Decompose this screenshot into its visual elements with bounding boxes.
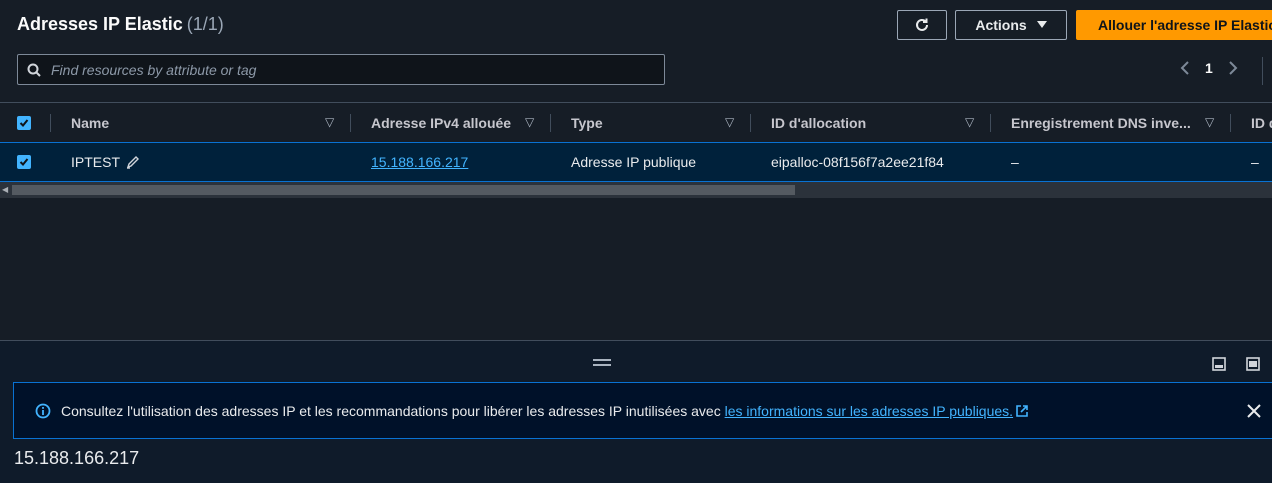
row-checkbox[interactable]: [17, 155, 31, 169]
sort-icon[interactable]: ▽: [325, 115, 334, 129]
page-number[interactable]: 1: [1205, 60, 1213, 76]
refresh-button[interactable]: [897, 10, 947, 40]
selection-count: (1/1): [186, 14, 224, 34]
cell-id-truncated: –: [1251, 154, 1259, 170]
cell-ipv4: 15.188.166.217: [371, 143, 468, 181]
column-header-ipv4[interactable]: Adresse IPv4 allouée: [371, 103, 511, 142]
selected-ip-heading: 15.188.166.217: [14, 448, 140, 468]
allocate-ip-button[interactable]: Allouer l'adresse IP Elastic: [1076, 10, 1272, 40]
panel-bottom-icon[interactable]: [1212, 357, 1226, 371]
column-divider: [50, 114, 51, 132]
panel-side-icon[interactable]: [1246, 357, 1260, 371]
allocate-ip-label: Allouer l'adresse IP Elastic: [1098, 17, 1272, 33]
column-divider[interactable]: [1230, 114, 1231, 132]
column-header-name[interactable]: Name: [71, 103, 109, 142]
info-alert: Consultez l'utilisation des adresses IP …: [13, 382, 1272, 439]
pencil-icon[interactable]: [126, 155, 140, 169]
column-divider[interactable]: [350, 114, 351, 132]
sort-icon[interactable]: ▽: [725, 115, 734, 129]
info-message: Consultez l'utilisation des adresses IP …: [61, 403, 1029, 419]
sort-icon[interactable]: ▽: [525, 115, 534, 129]
search-icon: [27, 63, 41, 77]
select-all-checkbox[interactable]: [17, 116, 31, 130]
public-ip-info-link[interactable]: les informations sur les adresses IP pub…: [725, 403, 1013, 419]
page-title-text: Adresses IP Elastic: [17, 14, 183, 34]
scrollbar-thumb[interactable]: [12, 185, 795, 195]
info-text: Consultez l'utilisation des adresses IP …: [61, 402, 721, 419]
cell-reverse-dns: –: [1011, 154, 1019, 170]
cell-name: IPTEST: [71, 143, 140, 181]
column-divider[interactable]: [550, 114, 551, 132]
close-icon[interactable]: [1245, 402, 1263, 420]
column-divider[interactable]: [990, 114, 991, 132]
table-header: Name ▽ Adresse IPv4 allouée ▽ Type ▽ ID …: [0, 103, 1272, 142]
pagination: 1: [1180, 60, 1238, 76]
split-panel-divider: [0, 340, 1272, 341]
table-row[interactable]: IPTEST 15.188.166.217 Adresse IP publiqu…: [0, 142, 1272, 182]
column-header-type[interactable]: Type: [571, 103, 603, 142]
column-header-id-truncated[interactable]: ID d: [1251, 103, 1272, 142]
actions-label: Actions: [975, 17, 1027, 33]
column-header-reverse-dns[interactable]: Enregistrement DNS inve...: [1011, 103, 1191, 142]
chevron-left-icon[interactable]: [1180, 61, 1190, 75]
horizontal-scrollbar[interactable]: ◀: [0, 182, 1272, 198]
chevron-right-icon[interactable]: [1228, 61, 1238, 75]
ipv4-link[interactable]: 15.188.166.217: [371, 154, 468, 170]
cell-type: Adresse IP publique: [571, 154, 697, 170]
column-divider[interactable]: [750, 114, 751, 132]
main-panel: Adresses IP Elastic (1/1) Actions Allouer…: [0, 0, 1272, 340]
caret-down-icon: [1036, 21, 1047, 28]
resize-handle-icon[interactable]: [593, 359, 611, 369]
sort-icon[interactable]: ▽: [1205, 115, 1214, 129]
actions-dropdown[interactable]: Actions: [955, 10, 1067, 40]
row-name: IPTEST: [71, 154, 121, 170]
scroll-left-icon[interactable]: ◀: [2, 185, 8, 194]
sort-icon[interactable]: ▽: [965, 115, 974, 129]
cell-allocation-id: eipalloc-08f156f7a2ee21f84: [771, 154, 944, 170]
refresh-icon: [916, 18, 928, 31]
search-input[interactable]: [49, 60, 653, 79]
check-icon: [19, 119, 29, 127]
info-icon: [35, 403, 51, 418]
search-field[interactable]: [17, 54, 665, 85]
page-title: Adresses IP Elastic (1/1): [17, 14, 224, 35]
external-link-icon[interactable]: [1015, 404, 1029, 418]
check-icon: [19, 158, 29, 166]
pager-divider: [1262, 57, 1263, 85]
column-header-allocation-id[interactable]: ID d'allocation: [771, 103, 866, 142]
